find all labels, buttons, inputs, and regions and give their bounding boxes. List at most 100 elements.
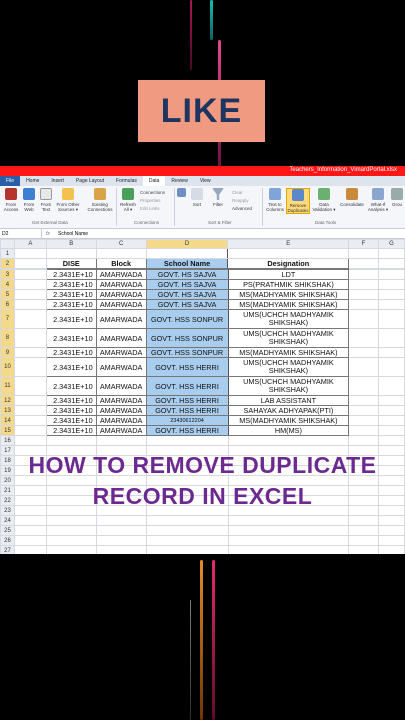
cell-school-name[interactable]: GOVT. HSS HERRI: [145, 405, 229, 416]
column-header-g[interactable]: G: [378, 239, 405, 249]
row-number[interactable]: 8: [0, 328, 15, 348]
sort-az-button[interactable]: [176, 188, 186, 199]
formula-input[interactable]: School Name: [54, 231, 88, 237]
cell[interactable]: [348, 309, 380, 329]
cell[interactable]: [13, 376, 47, 396]
cell-block[interactable]: AMARWADA: [95, 299, 147, 310]
cell[interactable]: [348, 525, 380, 536]
row-number[interactable]: 10: [0, 357, 15, 377]
cell[interactable]: [13, 309, 47, 329]
cell-designation[interactable]: MS(MADHYAMIK SHIKSHAK): [227, 299, 350, 310]
cell-school-name[interactable]: GOVT. HS SAJVA: [145, 269, 229, 280]
cell-block[interactable]: AMARWADA: [95, 395, 147, 406]
cell[interactable]: [378, 545, 405, 554]
cell-block[interactable]: AMARWADA: [95, 328, 147, 348]
cell-block[interactable]: AMARWADA: [95, 357, 147, 377]
cell[interactable]: [378, 515, 405, 526]
advanced-filter-button[interactable]: Advanced: [232, 206, 252, 211]
cell[interactable]: [45, 248, 97, 259]
cell[interactable]: [348, 515, 380, 526]
cell-block[interactable]: AMARWADA: [95, 425, 147, 436]
cell-school-name[interactable]: GOVT. HS SAJVA: [145, 279, 229, 290]
from-access-button[interactable]: From Access: [2, 188, 20, 212]
cell[interactable]: [348, 258, 380, 269]
from-other-sources-button[interactable]: From Other Sources ▾: [55, 188, 81, 212]
cell-school-name[interactable]: GOVT. HSS HERRI: [145, 425, 229, 436]
cell[interactable]: [348, 425, 380, 436]
cell[interactable]: [227, 248, 350, 259]
row-number[interactable]: 13: [0, 405, 15, 416]
cell[interactable]: [45, 535, 97, 546]
cell[interactable]: [348, 328, 380, 348]
row-number[interactable]: 12: [0, 395, 15, 406]
cell[interactable]: [13, 525, 47, 536]
cell[interactable]: [45, 515, 97, 526]
cell-dise[interactable]: 2.3431E+10: [45, 269, 97, 280]
row-number[interactable]: 14: [0, 415, 15, 426]
sort-button[interactable]: Sort: [190, 188, 204, 207]
row-number[interactable]: 24: [0, 515, 15, 526]
row-number[interactable]: 4: [0, 279, 15, 290]
text-to-columns-button[interactable]: Text to Columns: [264, 188, 286, 212]
cell[interactable]: [13, 357, 47, 377]
cell[interactable]: [378, 425, 405, 436]
cell[interactable]: [13, 328, 47, 348]
cell[interactable]: [348, 535, 380, 546]
cell-school-name[interactable]: GOVT. HSS HERRI: [145, 395, 229, 406]
cell-designation[interactable]: SAHAYAK ADHYAPAK(PTI): [227, 405, 350, 416]
properties-button[interactable]: Properties: [140, 198, 161, 203]
header-school-name[interactable]: School Name: [145, 258, 229, 269]
cell-dise[interactable]: 2.3431E+10: [45, 279, 97, 290]
tab-page-layout[interactable]: Page Layout: [70, 176, 110, 186]
cell[interactable]: [227, 535, 350, 546]
row-number[interactable]: 6: [0, 299, 15, 310]
cell[interactable]: [348, 435, 380, 446]
cell[interactable]: [378, 248, 405, 259]
cell-designation[interactable]: HM(MS): [227, 425, 350, 436]
cell-designation[interactable]: UMS(UCHCH MADHYAMIK SHIKSHAK): [227, 309, 350, 329]
cell[interactable]: [45, 435, 97, 446]
cell[interactable]: [13, 279, 47, 290]
cell[interactable]: [13, 415, 47, 426]
row-number[interactable]: 9: [0, 347, 15, 358]
cell[interactable]: [378, 269, 405, 280]
cell[interactable]: [145, 535, 229, 546]
row-number[interactable]: 5: [0, 289, 15, 300]
tab-file[interactable]: File: [0, 176, 21, 186]
cell[interactable]: [378, 299, 405, 310]
cell[interactable]: [348, 299, 380, 310]
cell[interactable]: [145, 545, 229, 554]
column-header-c[interactable]: C: [95, 239, 147, 249]
cell[interactable]: [13, 435, 47, 446]
cell[interactable]: [378, 347, 405, 358]
data-validation-button[interactable]: Data Validation ▾: [312, 188, 336, 212]
select-all-corner[interactable]: [0, 239, 15, 249]
filter-button[interactable]: Filter: [210, 188, 226, 207]
cell[interactable]: [95, 435, 147, 446]
cell-designation[interactable]: LDT: [227, 269, 350, 280]
cell[interactable]: [348, 279, 380, 290]
cell[interactable]: [95, 525, 147, 536]
cell-school-name[interactable]: GOVT. HS SAJVA: [145, 289, 229, 300]
cell-block[interactable]: AMARWADA: [95, 279, 147, 290]
cell[interactable]: [227, 515, 350, 526]
row-number[interactable]: 7: [0, 309, 15, 329]
cell-designation[interactable]: LAB ASSISTANT: [227, 395, 350, 406]
cell-dise[interactable]: 2.3431E+10: [45, 347, 97, 358]
cell[interactable]: [145, 525, 229, 536]
cell[interactable]: [348, 347, 380, 358]
row-number[interactable]: 25: [0, 525, 15, 536]
row-number[interactable]: 1: [0, 248, 15, 259]
cell[interactable]: [348, 405, 380, 416]
tab-formulas[interactable]: Formulas: [110, 176, 143, 186]
cell-block[interactable]: AMARWADA: [95, 347, 147, 358]
row-number[interactable]: 16: [0, 435, 15, 446]
cell[interactable]: [378, 525, 405, 536]
cell[interactable]: [378, 357, 405, 377]
cell-designation[interactable]: MS(MADHYAMIK SHIKSHAK): [227, 415, 350, 426]
cell-block[interactable]: AMARWADA: [95, 376, 147, 396]
cell[interactable]: [13, 248, 47, 259]
header-designation[interactable]: Designation: [227, 258, 350, 269]
cell[interactable]: [227, 545, 350, 554]
column-header-f[interactable]: F: [348, 239, 380, 249]
